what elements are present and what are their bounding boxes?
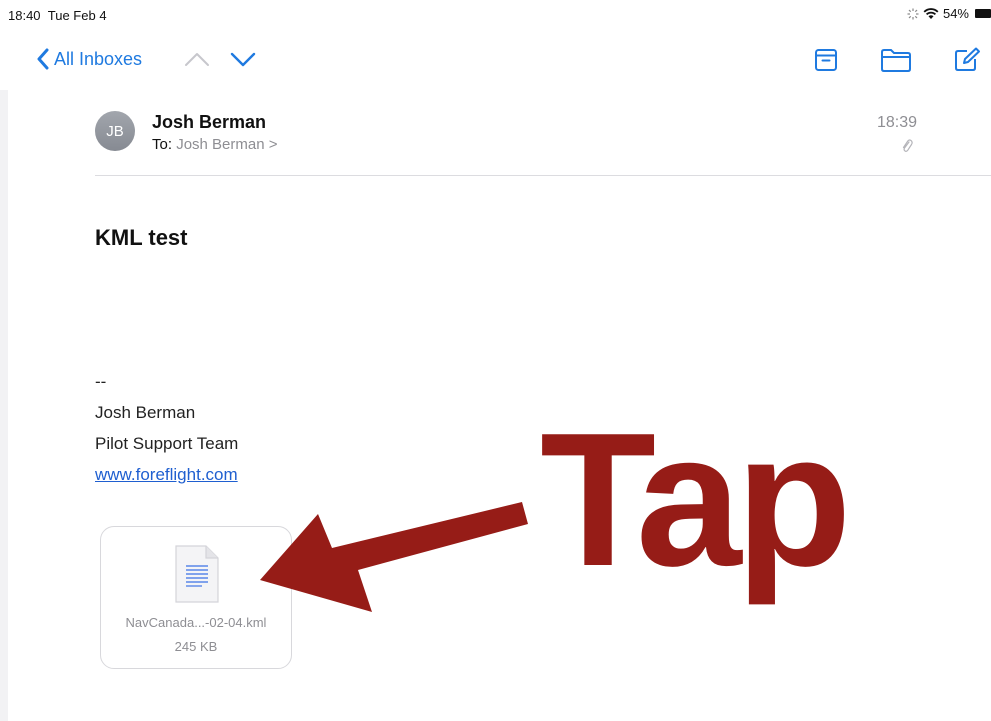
nav-bar: All Inboxes xyxy=(0,40,991,80)
battery-icon xyxy=(975,9,991,18)
back-label: All Inboxes xyxy=(54,48,143,69)
compose-icon[interactable] xyxy=(953,47,981,73)
battery-percent: 54% xyxy=(942,6,969,21)
attachment-size: 245 KB xyxy=(174,639,218,654)
avatar: JB xyxy=(95,111,135,151)
chevron-up-icon[interactable] xyxy=(183,50,211,68)
status-indicators: 54% xyxy=(907,6,991,21)
wifi-icon xyxy=(923,7,939,19)
paperclip-icon xyxy=(902,139,913,152)
status-time: 18:40 Tue Feb 4 xyxy=(8,8,107,23)
recipient-line[interactable]: To: Josh Berman > xyxy=(152,136,278,153)
document-icon xyxy=(175,545,219,603)
to-prefix: To: xyxy=(152,136,173,153)
folder-icon[interactable] xyxy=(880,47,912,73)
chevron-down-icon[interactable] xyxy=(229,50,257,68)
header-divider xyxy=(95,175,991,176)
status-bar: 18:40 Tue Feb 4 54% xyxy=(0,0,991,30)
loading-icon xyxy=(907,8,919,19)
signature-dashes: -- xyxy=(95,372,107,391)
recipient-name: Josh Berman > xyxy=(176,136,278,153)
archive-icon[interactable] xyxy=(814,47,838,73)
back-button[interactable]: All Inboxes xyxy=(36,48,142,70)
message-time: 18:39 xyxy=(876,114,917,131)
chevron-left-icon xyxy=(37,48,49,70)
sender-name[interactable]: Josh Berman xyxy=(152,112,266,133)
signature-website-link[interactable]: www.foreflight.com xyxy=(95,465,238,485)
signature-name: Josh Berman xyxy=(95,403,196,422)
annotation-arrow xyxy=(260,502,528,612)
tap-annotation-label: Tap xyxy=(540,394,852,606)
message-subject: KML test xyxy=(95,225,188,250)
signature-team: Pilot Support Team xyxy=(95,434,239,453)
